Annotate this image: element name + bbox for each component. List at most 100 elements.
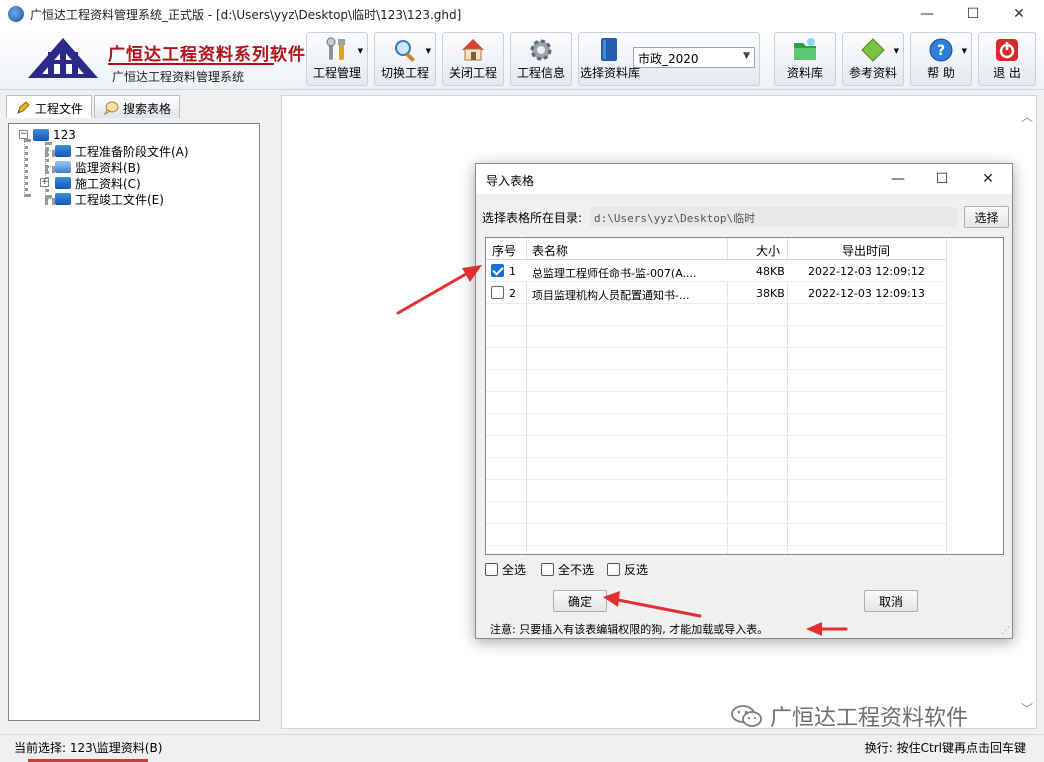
speech-bubble-icon [103, 101, 119, 115]
diamond-icon [858, 36, 888, 64]
exit-label: 退 出 [993, 66, 1021, 80]
project-tree: − 123 工程准备阶段文件(A) 监理资料(B) + 施工资料(C) 工程竣工… [8, 123, 260, 721]
col-name-header[interactable]: 表名称 [532, 242, 568, 259]
scroll-up-icon[interactable]: ︿ [1021, 108, 1033, 125]
select-all-label: 全选 [502, 563, 527, 577]
help-button[interactable]: ? ▼ 帮 助 [910, 32, 972, 86]
row-checkbox[interactable] [491, 286, 504, 299]
tree-item-prep-files[interactable]: 工程准备阶段文件(A) [55, 143, 189, 159]
dialog-close-button[interactable]: ✕ [968, 168, 1008, 190]
row-checkbox[interactable] [491, 264, 504, 277]
dropdown-arrow-icon: ▼ [961, 47, 967, 55]
empty-row [486, 371, 946, 392]
dialog-maximize-button[interactable]: ☐ [922, 168, 962, 190]
cancel-button[interactable]: 取消 [864, 590, 918, 612]
tree-expand-toggle[interactable]: + [40, 178, 49, 187]
status-current-selection: 当前选择: 123\监理资料(B) [14, 741, 163, 755]
minimize-button[interactable]: — [904, 0, 950, 28]
library-button[interactable]: 资料库 [774, 32, 836, 86]
reference-button[interactable]: ▼ 参考资料 [842, 32, 904, 86]
library-label: 资料库 [786, 66, 823, 80]
switch-project-label: 切换工程 [380, 66, 429, 80]
project-manage-button[interactable]: ▼ 工程管理 [306, 32, 368, 86]
row-name: 总监理工程师任命书-监-007(A.... [532, 267, 697, 280]
window-titlebar: 广恒达工程资料管理系统_正式版 - [d:\Users\yyz\Desktop\… [0, 0, 1044, 28]
dialog-note: 注意: 只要插入有该表编辑权限的狗, 才能加载或导入表。 [490, 623, 769, 636]
ok-button[interactable]: 确定 [553, 590, 607, 612]
col-size-header[interactable]: 大小 [756, 242, 780, 259]
folder-icon [33, 129, 49, 141]
row-size: 48KB [756, 265, 785, 278]
invert-checkbox[interactable] [607, 563, 620, 576]
table-row[interactable]: 1 总监理工程师任命书-监-007(A.... 48KB 2022-12-03 … [486, 261, 946, 282]
tab-search-tables-label: 搜索表格 [123, 101, 172, 116]
invert-option[interactable]: 反选 [607, 561, 648, 578]
select-none-checkbox[interactable] [541, 563, 554, 576]
folder-icon [55, 177, 71, 189]
book-icon [594, 36, 624, 64]
window-title: 广恒达工程资料管理系统_正式版 - [d:\Users\yyz\Desktop\… [30, 7, 462, 22]
grid-divider [946, 238, 947, 554]
dropdown-arrow-icon: ▼ [425, 47, 431, 55]
row-name: 项目监理机构人员配置通知书-... [532, 289, 690, 302]
folder-icon [790, 36, 820, 64]
dialog-minimize-button[interactable]: — [878, 168, 918, 190]
tree-item-completion[interactable]: 工程竣工文件(E) [55, 191, 164, 207]
chevron-down-icon: ▼ [743, 51, 750, 61]
dialog-title: 导入表格 [486, 174, 535, 188]
tab-search-tables[interactable]: 搜索表格 [94, 95, 181, 118]
tab-project-files[interactable]: 工程文件 [6, 95, 93, 118]
col-index-header[interactable]: 序号 [492, 242, 516, 259]
exit-button[interactable]: 退 出 [978, 32, 1036, 86]
magnifier-icon [390, 36, 420, 64]
tools-icon [322, 36, 352, 64]
select-all-checkbox[interactable] [485, 563, 498, 576]
col-time-header[interactable]: 导出时间 [842, 242, 890, 259]
ghd-logo [28, 38, 98, 78]
help-icon: ? [926, 36, 956, 64]
dropdown-arrow-icon: ▼ [357, 47, 363, 55]
library-select[interactable]: 市政_2020 ▼ [633, 47, 755, 68]
tree-item-label: 监理资料(B) [75, 160, 141, 175]
table-row[interactable]: 2 项目监理机构人员配置通知书-... 38KB 2022-12-03 12:0… [486, 283, 946, 304]
folder-icon [55, 193, 71, 205]
select-none-option[interactable]: 全不选 [541, 561, 594, 578]
tree-root[interactable]: 123 [33, 127, 76, 143]
gear-icon [526, 36, 556, 64]
main-toolbar: 广恒达工程资料系列软件 广恒达工程资料管理系统 ▼ 工程管理 ▼ 切换工程 关闭… [0, 28, 1044, 90]
dir-field[interactable]: d:\Users\yyz\Desktop\临时 [590, 207, 957, 227]
tree-collapse-toggle[interactable]: − [19, 130, 28, 139]
watermark: 广恒达工程资料软件 [730, 700, 968, 732]
scroll-down-icon[interactable]: ﹀ [1021, 700, 1033, 717]
tree-item-supervision[interactable]: 监理资料(B) [55, 159, 141, 175]
choose-dir-button[interactable]: 选择 [964, 206, 1009, 228]
tree-item-construction[interactable]: 施工资料(C) [55, 175, 141, 191]
dropdown-arrow-icon: ▼ [893, 47, 899, 55]
brand-title: 广恒达工程资料系列软件 [108, 45, 306, 65]
house-icon [458, 36, 488, 64]
project-info-label: 工程信息 [516, 66, 565, 80]
maximize-button[interactable]: ☐ [950, 0, 996, 28]
close-project-button[interactable]: 关闭工程 [442, 32, 504, 86]
status-bar: 当前选择: 123\监理资料(B) 换行: 按住Ctrl键再点击回车键 [0, 734, 1044, 762]
resize-grip-icon[interactable]: ⋰ [1001, 626, 1010, 636]
empty-row [486, 503, 946, 524]
row-time: 2022-12-03 12:09:13 [808, 287, 925, 300]
empty-row [486, 525, 946, 546]
select-all-option[interactable]: 全选 [485, 561, 526, 578]
app-icon [8, 6, 24, 22]
table-header: 序号 表名称 大小 导出时间 [486, 238, 946, 260]
tree-root-label: 123 [53, 128, 76, 142]
close-window-button[interactable]: ✕ [996, 0, 1042, 28]
library-select-value: 市政_2020 [638, 52, 699, 66]
empty-row [486, 459, 946, 480]
project-info-button[interactable]: 工程信息 [510, 32, 572, 86]
import-table-dialog: 导入表格 — ☐ ✕ 选择表格所在目录: d:\Users\yyz\Deskto… [475, 163, 1013, 639]
switch-project-button[interactable]: ▼ 切换工程 [374, 32, 436, 86]
tree-line [45, 198, 55, 202]
empty-row [486, 305, 946, 326]
tree-line [24, 139, 28, 197]
select-library-label: 选择资料库 [579, 66, 640, 80]
invert-label: 反选 [624, 563, 649, 577]
row-index: 1 [509, 265, 516, 278]
